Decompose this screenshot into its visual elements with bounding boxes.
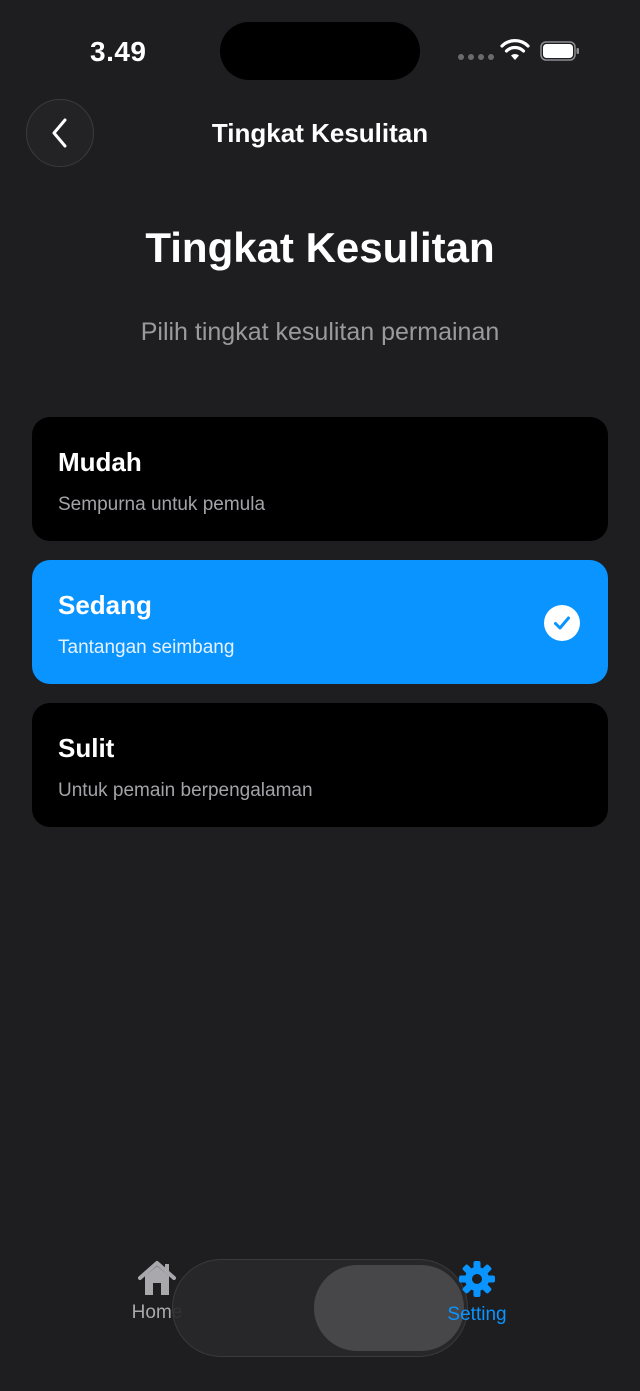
option-description: Sempurna untuk pemula — [58, 494, 266, 515]
status-bar: 3.49 — [0, 0, 640, 100]
difficulty-option-sulit[interactable]: Sulit Untuk pemain berpengalaman — [32, 703, 608, 827]
house-icon — [138, 1261, 176, 1295]
nav-title: Tingkat Kesulitan — [211, 118, 429, 148]
dynamic-island — [220, 22, 420, 80]
option-name: Mudah — [58, 447, 142, 477]
cellular-signal-icon — [458, 54, 494, 60]
tab-setting[interactable]: Setting — [417, 1260, 537, 1326]
tab-label: Setting — [447, 1304, 507, 1325]
option-description: Untuk pemain berpengalaman — [58, 780, 313, 801]
option-name: Sulit — [58, 733, 115, 763]
page-title: Tingkat Kesulitan — [145, 224, 495, 271]
gear-icon — [459, 1261, 495, 1297]
difficulty-option-sedang[interactable]: Sedang Tantangan seimbang — [32, 560, 608, 684]
status-time: 3.49 — [90, 36, 147, 67]
battery-icon — [540, 41, 579, 61]
option-name: Sedang — [58, 590, 152, 620]
wifi-icon — [500, 39, 530, 60]
checkmark-icon — [544, 605, 580, 641]
option-description: Tantangan seimbang — [58, 637, 235, 658]
page-subtitle: Pilih tingkat kesulitan permainan — [140, 318, 500, 346]
difficulty-option-mudah[interactable]: Mudah Sempurna untuk pemula — [32, 417, 608, 541]
